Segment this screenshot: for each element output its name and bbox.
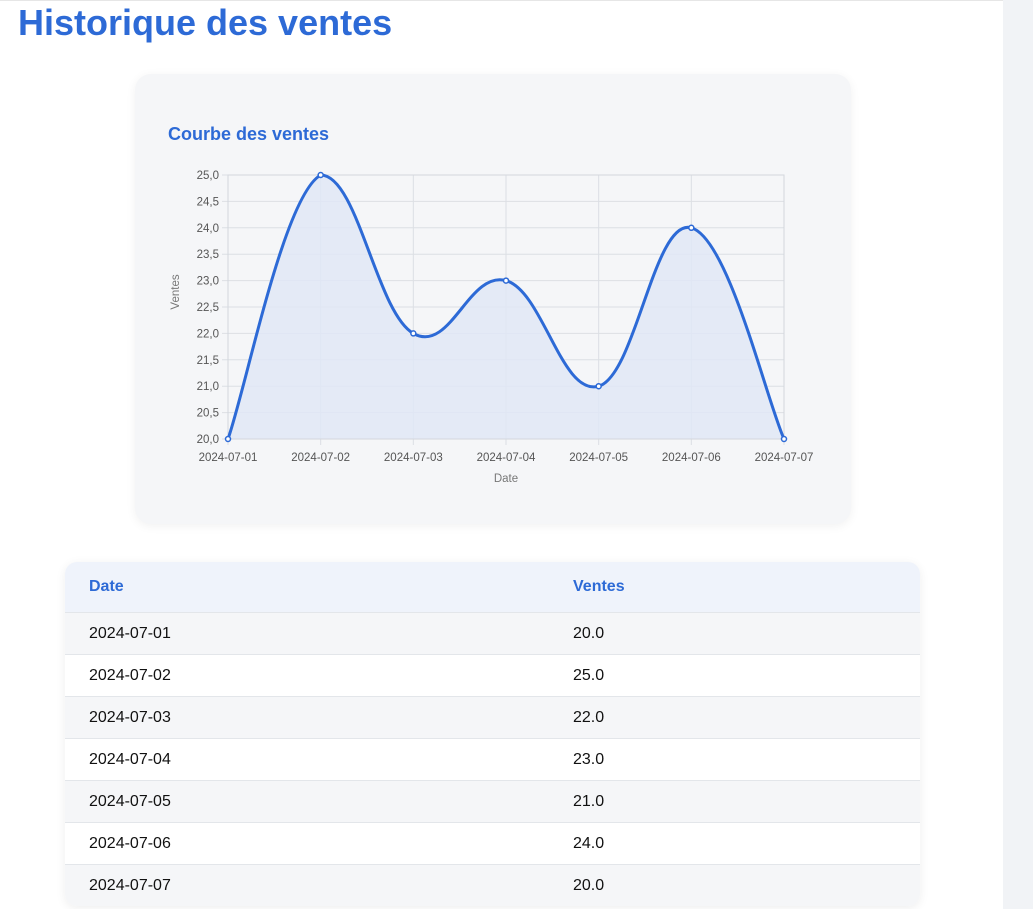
y-tick-label: 24,0 (197, 223, 219, 235)
table-row: 2024-07-07 20.0 (65, 864, 920, 906)
data-point (780, 435, 788, 443)
y-tick-label: 24,5 (197, 196, 219, 208)
table-header-row: Date Ventes (65, 562, 920, 613)
table-row: 2024-07-01 20.0 (65, 612, 920, 655)
x-tick-label: 2024-07-07 (755, 452, 814, 464)
cell-ventes: 21.0 (549, 780, 920, 823)
table-row: 2024-07-03 22.0 (65, 696, 920, 739)
cell-ventes: 22.0 (549, 696, 920, 739)
cell-date: 2024-07-06 (65, 822, 549, 865)
data-point (410, 330, 417, 337)
y-tick-label: 21,5 (197, 355, 219, 367)
cell-date: 2024-07-07 (65, 864, 549, 906)
x-tick-label: 2024-07-03 (384, 452, 443, 464)
cell-ventes: 25.0 (549, 654, 920, 697)
page-title: Historique des ventes (18, 2, 393, 43)
column-header-ventes: Ventes (549, 562, 920, 613)
table-row: 2024-07-06 24.0 (65, 822, 920, 865)
sales-line-chart: 20,0 20,5 21,0 21,5 22,0 22,5 23,0 23,5 24,0 24,5… (170, 170, 814, 485)
data-point (224, 435, 232, 443)
x-tick-label: 2024-07-02 (291, 452, 350, 464)
table-row: 2024-07-02 25.0 (65, 654, 920, 697)
cell-ventes: 23.0 (549, 738, 920, 781)
column-header-date: Date (65, 562, 549, 613)
y-tick-label: 22,5 (197, 302, 219, 314)
y-tick-label: 21,0 (197, 381, 219, 393)
x-tick-label: 2024-07-05 (569, 452, 628, 464)
data-point (688, 224, 695, 232)
table-row: 2024-07-04 23.0 (65, 738, 920, 781)
cell-ventes: 24.0 (549, 822, 920, 865)
page-viewport: Historique des ventes Courbe des ventes … (0, 0, 1003, 909)
sales-table: Date Ventes 2024-07-01 20.0 2024-07-02 2… (65, 562, 920, 906)
vertical-scrollbar[interactable] (1003, 0, 1033, 909)
y-axis-label: Ventes (170, 274, 182, 309)
x-tick-label: 2024-07-04 (477, 452, 536, 464)
cell-date: 2024-07-04 (65, 738, 549, 781)
y-tick-label: 20,0 (197, 434, 219, 446)
cell-date: 2024-07-05 (65, 780, 549, 823)
y-tick-label: 25,0 (197, 170, 219, 182)
sales-table-card: Date Ventes 2024-07-01 20.0 2024-07-02 2… (65, 562, 920, 906)
y-tick-label: 23,5 (197, 249, 219, 261)
cell-ventes: 20.0 (549, 864, 920, 906)
y-tick-label: 23,0 (197, 276, 219, 288)
y-tick-label: 22,0 (197, 328, 219, 340)
cell-date: 2024-07-01 (65, 612, 549, 655)
data-point (317, 171, 324, 179)
y-tick-label: 20,5 (197, 408, 219, 420)
cell-date: 2024-07-02 (65, 654, 549, 697)
data-point (595, 382, 602, 390)
chart-card: Courbe des ventes 20,0 20,5 21,0 21,5 22,0 22… (135, 74, 851, 524)
table-row: 2024-07-05 21.0 (65, 780, 920, 823)
data-point (502, 277, 510, 284)
cell-date: 2024-07-03 (65, 696, 549, 739)
x-tick-label: 2024-07-01 (199, 452, 258, 464)
cell-ventes: 20.0 (549, 612, 920, 655)
x-axis-label: Date (494, 473, 518, 485)
x-tick-label: 2024-07-06 (662, 452, 721, 464)
